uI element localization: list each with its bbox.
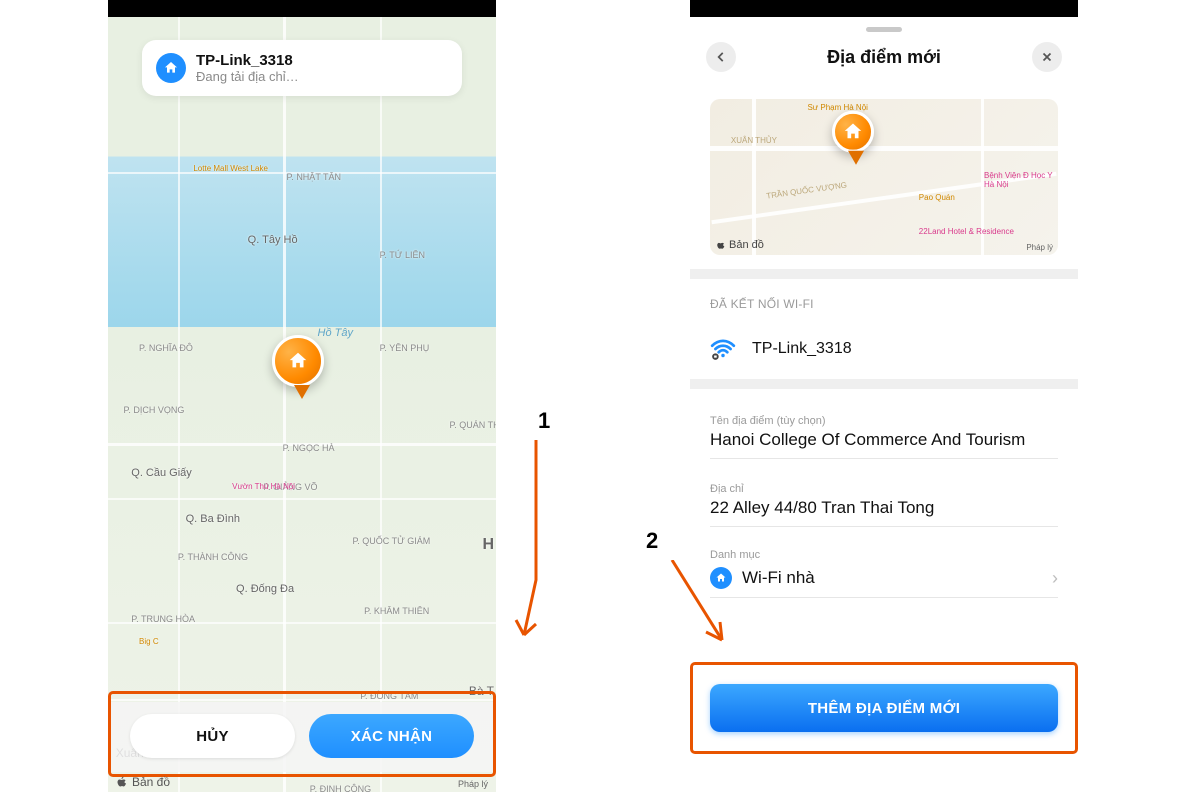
wifi-lock-icon xyxy=(710,336,736,362)
ward-ngocha: P. NGỌC HÀ xyxy=(283,443,335,453)
confirm-button[interactable]: XÁC NHẬN xyxy=(309,714,474,758)
arrow-1 xyxy=(506,440,546,650)
header: Địa điểm mới xyxy=(690,35,1078,79)
label-bat: Bà T xyxy=(469,684,494,698)
mini-pin xyxy=(832,110,880,158)
new-place-screen: Địa điểm mới Sư Phạm Hà Nội XUÂN THỦY TR… xyxy=(690,17,1078,792)
map-pin[interactable] xyxy=(272,335,332,395)
poi-lotte: Lotte Mall West Lake xyxy=(193,164,268,173)
modal-handle[interactable] xyxy=(866,27,902,32)
home-badge xyxy=(156,53,186,83)
mm-pao: Pao Quán xyxy=(919,193,955,202)
mini-map[interactable]: Sư Phạm Hà Nội XUÂN THỦY TRẦN QUỐC VƯỢNG… xyxy=(710,99,1058,255)
card-title: TP-Link_3318 xyxy=(196,52,299,69)
ward-dichvong: P. DỊCH VỌNG xyxy=(124,405,185,415)
home-icon xyxy=(163,60,179,76)
category-value: Wi-Fi nhà xyxy=(742,568,1052,588)
map-screen: Hồ Tây Q. Tây Hồ Q. Ba Đình Q. Cầu Giấy … xyxy=(108,17,496,792)
wifi-name: TP-Link_3318 xyxy=(752,340,852,358)
map-legal[interactable]: Pháp lý xyxy=(458,779,488,789)
phone-left: Hồ Tây Q. Tây Hồ Q. Ba Đình Q. Cầu Giấy … xyxy=(108,0,496,792)
bottom-bar: HỦY XÁC NHẬN xyxy=(108,702,496,772)
home-icon xyxy=(841,120,865,142)
ward-yenphu: P. YÊN PHỤ xyxy=(380,343,430,353)
poi-zoo: Vườn Thú Hà Nội xyxy=(232,482,295,491)
place-name-value: Hanoi College Of Commerce And Tourism xyxy=(710,430,1058,450)
mm-xuanthuy: XUÂN THỦY xyxy=(731,136,777,145)
category-label: Danh mục xyxy=(710,549,1058,561)
cancel-button[interactable]: HỦY xyxy=(130,714,295,758)
close-button[interactable] xyxy=(1032,42,1062,72)
wifi-row: TP-Link_3318 xyxy=(710,329,1058,369)
mm-legal[interactable]: Pháp lý xyxy=(1026,243,1053,252)
ward-dongtam: P. ĐỒNG TÂM xyxy=(360,691,418,701)
ward-tulien: P. TỨ LIÊN xyxy=(380,250,425,260)
map[interactable]: Hồ Tây Q. Tây Hồ Q. Ba Đình Q. Cầu Giấy … xyxy=(108,17,496,792)
chevron-left-icon xyxy=(714,50,728,64)
map-attribution: Bản đồ xyxy=(116,775,170,789)
mm-hotel: 22Land Hotel & Residence xyxy=(919,227,1017,236)
district-caugiay: Q. Cầu Giấy xyxy=(131,467,192,479)
address-label: Địa chỉ xyxy=(710,483,1058,495)
ward-nhattan: P. NHẬT TÂN xyxy=(286,172,341,182)
address-value: 22 Alley 44/80 Tran Thai Tong xyxy=(710,498,1058,518)
mm-bv: Bệnh Viện Đ Học Y Hà Nội xyxy=(984,171,1054,189)
label-h: H xyxy=(482,536,494,554)
add-place-button[interactable]: THÊM ĐỊA ĐIỂM MỚI xyxy=(710,684,1058,732)
step-1-label: 1 xyxy=(538,408,550,434)
district-dongda: Q. Đống Đa xyxy=(236,583,294,595)
address-field[interactable]: Địa chỉ 22 Alley 44/80 Tran Thai Tong xyxy=(710,483,1058,527)
place-name-field[interactable]: Tên địa điểm (tùy chọn) Hanoi College Of… xyxy=(710,415,1058,459)
mm-tranquocvuong: TRẦN QUỐC VƯỢNG xyxy=(765,181,847,201)
district-tayho: Q. Tây Hồ xyxy=(248,234,298,246)
ward-thanhcong: P. THÀNH CÔNG xyxy=(178,552,248,562)
step-2-label: 2 xyxy=(646,528,658,554)
home-icon xyxy=(286,350,310,372)
district-badinh: Q. Ba Đình xyxy=(186,513,240,525)
poi-bigc: Big C xyxy=(139,637,159,646)
pin-circle xyxy=(272,335,324,387)
back-button[interactable] xyxy=(706,42,736,72)
category-field[interactable]: Wi-Fi nhà › xyxy=(710,567,1058,598)
mm-attribution: Bản đồ xyxy=(716,239,764,251)
ward-trunghoa: P. TRUNG HÒA xyxy=(131,614,195,624)
header-title: Địa điểm mới xyxy=(827,47,941,68)
phone-right: Địa điểm mới Sư Phạm Hà Nội XUÂN THỦY TR… xyxy=(690,0,1078,792)
location-card[interactable]: TP-Link_3318 Đang tải địa chỉ… xyxy=(142,40,462,96)
ward-quangan: P. QUÁN THÁNH xyxy=(449,420,496,430)
home-icon xyxy=(715,572,727,584)
chevron-right-icon: › xyxy=(1052,568,1058,589)
apple-icon xyxy=(716,240,726,250)
ward-quoctugiam: P. QUỐC TỬ GIÁM xyxy=(352,536,430,546)
ward-khamthien: P. KHÂM THIÊN xyxy=(364,606,429,616)
status-bar xyxy=(690,0,1078,16)
ward-nghiado: P. NGHĨA ĐÔ xyxy=(139,343,193,353)
home-badge xyxy=(710,567,732,589)
ward-dinhcong: P. ĐỊNH CÔNG xyxy=(310,784,371,792)
close-icon xyxy=(1040,50,1054,64)
wifi-section-label: ĐÃ KẾT NỐI WI-FI xyxy=(710,297,814,311)
apple-icon xyxy=(116,776,128,788)
status-bar xyxy=(108,0,496,16)
place-name-label: Tên địa điểm (tùy chọn) xyxy=(710,415,1058,427)
card-subtitle: Đang tải địa chỉ… xyxy=(196,69,299,84)
attribution-text: Bản đồ xyxy=(132,775,170,789)
